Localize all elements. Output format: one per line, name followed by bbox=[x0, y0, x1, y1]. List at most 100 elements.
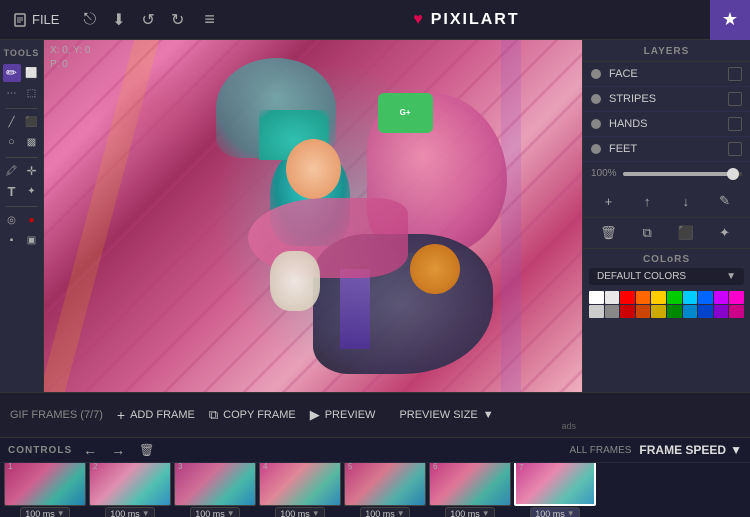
circle-tool[interactable]: ○ bbox=[3, 133, 21, 151]
color-cell[interactable] bbox=[651, 291, 666, 304]
eraser-tool[interactable]: ⬜ bbox=[23, 64, 41, 82]
layer-visibility-stripes[interactable] bbox=[728, 92, 742, 106]
opacity-slider[interactable] bbox=[623, 172, 742, 176]
merge-layer-button[interactable]: ⬛ bbox=[675, 222, 697, 244]
undo-icon[interactable]: ↺ bbox=[142, 10, 155, 30]
color-cell[interactable] bbox=[698, 291, 713, 304]
move-layer-down-button[interactable]: ↓ bbox=[675, 190, 697, 212]
color-cell[interactable] bbox=[667, 305, 682, 318]
logo: ♥ PIXILART bbox=[223, 11, 710, 29]
color-cell[interactable] bbox=[698, 305, 713, 318]
darken-tool[interactable]: ◎ bbox=[3, 211, 21, 229]
frame-time-button[interactable]: 100 ms▼ bbox=[190, 507, 239, 517]
color-cell[interactable] bbox=[729, 305, 744, 318]
star-button[interactable]: ★ bbox=[710, 0, 750, 40]
opacity-thumb bbox=[727, 168, 739, 180]
main-area: TOOLS ✏ ⬜ ⋯ ⬚ ╱ ⬛ ○ ▩ 🖍 ✛ T ✦ ◎ ● bbox=[0, 40, 750, 392]
color-cell[interactable] bbox=[714, 291, 729, 304]
color-cell[interactable] bbox=[683, 291, 698, 304]
file-menu[interactable]: FILE bbox=[0, 0, 71, 39]
canvas-area[interactable]: X: 0, Y: 0 P: 0 G+ bbox=[44, 40, 582, 392]
color-cell[interactable] bbox=[714, 305, 729, 318]
layer-dot-face bbox=[591, 69, 601, 79]
delete-layer-button[interactable]: 🗑 bbox=[597, 222, 619, 244]
smudge-tool[interactable]: ● bbox=[23, 211, 41, 229]
layer-hands[interactable]: HANDS bbox=[583, 112, 750, 137]
share-icon[interactable]: ⎋ bbox=[83, 11, 96, 29]
p-val: P: 0 bbox=[50, 58, 90, 72]
frame-time-value: 100 ms bbox=[365, 509, 395, 517]
layer-visibility-face[interactable] bbox=[728, 67, 742, 81]
frame-item[interactable]: 1100 ms▼ bbox=[4, 463, 86, 517]
copy-frame-button[interactable]: ⧉ COPY FRAME bbox=[209, 407, 296, 423]
frame-thumbnail: 5 bbox=[344, 463, 426, 506]
checker-tool[interactable]: ▪ bbox=[3, 231, 21, 249]
layer-visibility-feet[interactable] bbox=[728, 142, 742, 156]
delete-frame-button[interactable]: 🗑 bbox=[136, 442, 157, 458]
frame-item[interactable]: 3100 ms▼ bbox=[174, 463, 256, 517]
frame-time-button[interactable]: 100 ms▼ bbox=[20, 507, 69, 517]
color-cell[interactable] bbox=[589, 291, 604, 304]
bucket-tool[interactable]: ⬛ bbox=[23, 113, 41, 131]
frame-time-value: 100 ms bbox=[535, 509, 565, 517]
tool-divider-1 bbox=[6, 108, 38, 109]
move-tool[interactable]: ✛ bbox=[23, 162, 41, 180]
lasso-tool[interactable]: ⋯ bbox=[3, 84, 21, 102]
download-icon[interactable]: ⬇ bbox=[112, 10, 125, 30]
layer-feet[interactable]: FEET bbox=[583, 137, 750, 162]
select-tool[interactable]: ⬚ bbox=[23, 84, 41, 102]
frame-item[interactable]: 7100 ms▼ bbox=[514, 463, 596, 517]
star-tool[interactable]: ✦ bbox=[23, 182, 41, 200]
redo-icon[interactable]: ↻ bbox=[171, 10, 184, 30]
layer-stripes[interactable]: STRIPES bbox=[583, 87, 750, 112]
color-cell[interactable] bbox=[589, 305, 604, 318]
frame-item[interactable]: 5100 ms▼ bbox=[344, 463, 426, 517]
menu-icon[interactable]: ≡ bbox=[196, 9, 223, 30]
pencil-tool[interactable]: ✏ bbox=[3, 64, 21, 82]
frames-row: 1100 ms▼2100 ms▼3100 ms▼4100 ms▼5100 ms▼… bbox=[0, 463, 750, 517]
prev-frame-button[interactable]: ← bbox=[80, 441, 100, 459]
transform-tool[interactable]: ▣ bbox=[23, 231, 41, 249]
color-cell[interactable] bbox=[605, 305, 620, 318]
frame-time-button[interactable]: 100 ms▼ bbox=[275, 507, 324, 517]
frame-item[interactable]: 2100 ms▼ bbox=[89, 463, 171, 517]
frame-time-button[interactable]: 100 ms▼ bbox=[530, 507, 579, 517]
dither-tool[interactable]: ▩ bbox=[23, 133, 41, 151]
frame-time-button[interactable]: 100 ms▼ bbox=[360, 507, 409, 517]
color-cell[interactable] bbox=[729, 291, 744, 304]
color-cell[interactable] bbox=[651, 305, 666, 318]
preview-size-button[interactable]: PREVIEW SIZE ▼ bbox=[399, 409, 493, 421]
canvas-background[interactable]: G+ bbox=[44, 40, 582, 392]
move-layer-up-button[interactable]: ↑ bbox=[636, 190, 658, 212]
frame-time-arrow: ▼ bbox=[482, 509, 490, 517]
colors-header: COLoRS bbox=[583, 249, 750, 268]
line-tool[interactable]: ╱ bbox=[3, 113, 21, 131]
opacity-fill bbox=[623, 172, 736, 176]
preview-button[interactable]: ▶ PREVIEW bbox=[310, 407, 376, 423]
edit-layer-button[interactable]: ✎ bbox=[714, 190, 736, 212]
frame-time-button[interactable]: 100 ms▼ bbox=[445, 507, 494, 517]
layer-visibility-hands[interactable] bbox=[728, 117, 742, 131]
color-cell[interactable] bbox=[667, 291, 682, 304]
duplicate-layer-button[interactable]: ⧉ bbox=[636, 222, 658, 244]
frame-time-button[interactable]: 100 ms▼ bbox=[105, 507, 154, 517]
color-cell[interactable] bbox=[620, 291, 635, 304]
layer-face[interactable]: FACE bbox=[583, 62, 750, 87]
add-frame-button[interactable]: + ADD FRAME bbox=[117, 407, 195, 423]
eyedropper-tool[interactable]: 🖍 bbox=[3, 162, 21, 180]
frame-mini-art bbox=[430, 463, 510, 505]
color-cell[interactable] bbox=[605, 291, 620, 304]
color-cell[interactable] bbox=[636, 305, 651, 318]
text-tool[interactable]: T bbox=[3, 182, 21, 200]
color-cell[interactable] bbox=[683, 305, 698, 318]
frame-speed-dropdown[interactable]: FRAME SPEED ▼ bbox=[639, 443, 742, 457]
color-cell[interactable] bbox=[620, 305, 635, 318]
char-orange-circle bbox=[410, 244, 460, 294]
colors-dropdown[interactable]: DEFAULT COLORS ▼ bbox=[589, 268, 744, 285]
next-frame-button[interactable]: → bbox=[108, 441, 128, 459]
color-cell[interactable] bbox=[636, 291, 651, 304]
frame-item[interactable]: 6100 ms▼ bbox=[429, 463, 511, 517]
frame-item[interactable]: 4100 ms▼ bbox=[259, 463, 341, 517]
flatten-layer-button[interactable]: ✦ bbox=[714, 222, 736, 244]
add-layer-button[interactable]: + bbox=[597, 190, 619, 212]
